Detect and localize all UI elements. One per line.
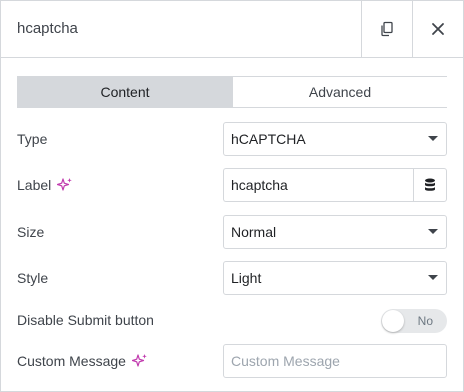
tab-advanced[interactable]: Advanced (232, 77, 447, 107)
type-label: Type (17, 131, 48, 147)
style-label: Style (17, 270, 49, 286)
type-select-value: hCAPTCHA (231, 131, 306, 147)
size-select-value: Normal (231, 224, 277, 240)
size-label: Size (17, 224, 45, 240)
size-select[interactable]: Normal (223, 215, 447, 249)
close-icon (432, 23, 444, 35)
style-select-value: Light (231, 270, 262, 286)
toggle-state-text: No (417, 314, 433, 328)
disable-submit-label: Disable Submit button (17, 312, 154, 328)
label-row: Label (17, 168, 447, 202)
custom-message-input[interactable] (223, 344, 447, 378)
panel-title: hcaptcha (17, 20, 78, 37)
ai-sparkle-icon[interactable] (57, 177, 73, 193)
toggle-knob (382, 310, 404, 332)
chevron-down-icon (428, 229, 438, 234)
chevron-down-icon (428, 275, 438, 280)
panel-header: hcaptcha (1, 1, 463, 58)
chevron-down-icon (428, 136, 438, 141)
panel-body: Content Advanced Type hCAPTCHA Label hca… (1, 58, 463, 391)
label-label: Label (17, 168, 73, 202)
ai-sparkle-icon[interactable] (131, 353, 148, 369)
custom-message-row: Custom Message (17, 344, 447, 378)
disable-submit-toggle[interactable]: No (381, 309, 447, 333)
custom-message-label: Custom Message (17, 344, 148, 378)
copy-button[interactable] (361, 1, 412, 57)
database-icon (425, 178, 435, 191)
copy-icon (381, 21, 393, 37)
widget-settings-panel: hcaptcha Content Advanced Type hCAPTCHA (0, 0, 464, 392)
disable-submit-row: Disable Submit button No (17, 303, 447, 337)
close-button[interactable] (412, 1, 463, 57)
label-input[interactable] (223, 168, 413, 202)
tab-content[interactable]: Content (18, 77, 232, 107)
type-row: Type hCAPTCHA (17, 122, 447, 156)
label-field-group (223, 168, 447, 202)
dynamic-tags-button[interactable] (413, 168, 447, 202)
style-row: Style Light (17, 261, 447, 295)
tab-bar: Content Advanced (17, 76, 447, 108)
style-select[interactable]: Light (223, 261, 447, 295)
type-select[interactable]: hCAPTCHA (223, 122, 447, 156)
size-row: Size Normal (17, 215, 447, 249)
